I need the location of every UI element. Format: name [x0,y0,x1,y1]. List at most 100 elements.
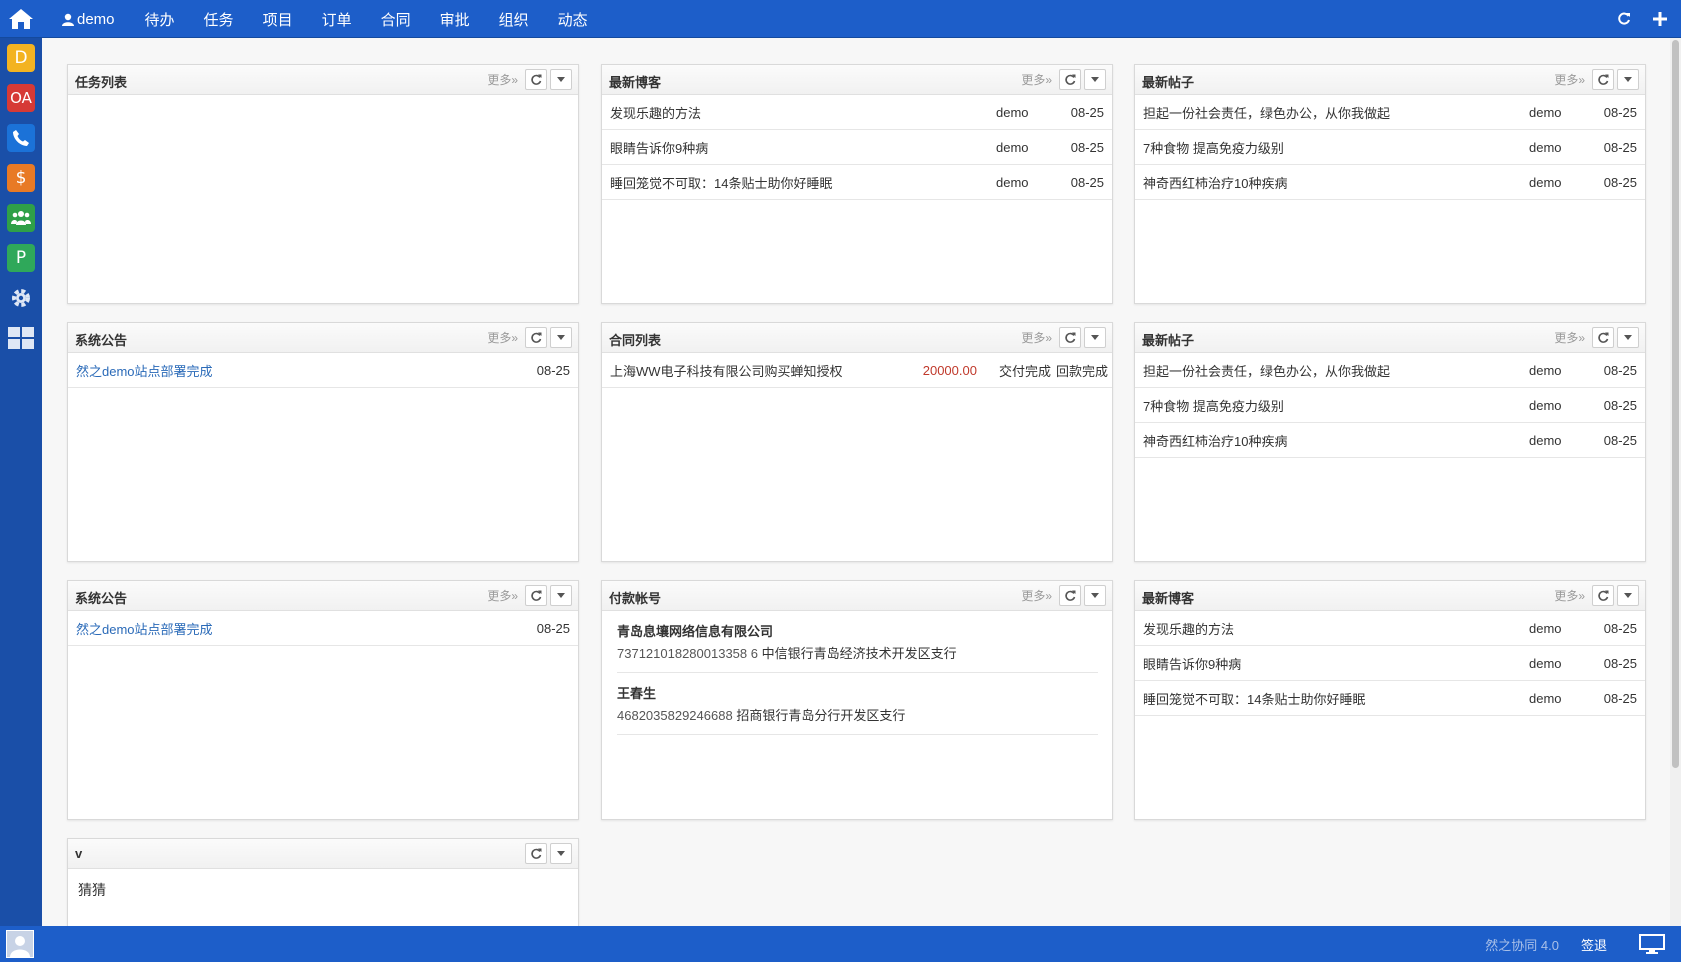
refresh-button[interactable] [525,585,547,606]
contract-row[interactable]: 上海WW电子科技有限公司购买蝉知授权 20000.00 交付完成 回款完成 [602,353,1112,388]
item-title: 7种食物 提高免疫力级别 [1143,398,1284,414]
top-right-tools [1613,0,1671,38]
refresh-page-button[interactable] [1613,8,1635,30]
refresh-icon [1618,12,1630,25]
refresh-button[interactable] [525,843,547,864]
nav-dynamics[interactable]: 动态 [558,9,588,30]
list-item[interactable]: 睡回笼觉不可取：14条贴士助你好睡眠 demo 08-25 [602,165,1112,200]
panel-header: 系统公告 更多» [68,581,578,611]
dropdown-button[interactable] [550,327,572,348]
item-date: 08-25 [1603,104,1637,120]
dropdown-button[interactable] [1084,585,1106,606]
list-item[interactable]: 神奇西红柿治疗10种疾病 demo 08-25 [1135,423,1645,458]
dropdown-button[interactable] [1617,327,1639,348]
panel-title: 合同列表 [609,333,662,348]
refresh-icon [1598,74,1609,85]
page-scrollbar[interactable] [1670,38,1681,926]
nav-contract[interactable]: 合同 [381,9,411,30]
more-link[interactable]: 更多» [1554,71,1585,88]
dropdown-button[interactable] [1617,69,1639,90]
refresh-button[interactable] [1059,585,1081,606]
sidebar-item-team[interactable] [0,198,42,238]
sidebar-item-cash[interactable]: $ [0,158,42,198]
dropdown-button[interactable] [550,843,572,864]
fullscreen-button[interactable] [1639,934,1665,954]
list-item[interactable]: 然之demo站点部署完成 08-25 [68,353,578,388]
item-date: 08-25 [1603,655,1637,671]
more-link[interactable]: 更多» [1554,587,1585,604]
refresh-button[interactable] [1059,69,1081,90]
list-item[interactable]: 神奇西红柿治疗10种疾病 demo 08-25 [1135,165,1645,200]
sidebar-item-project[interactable]: P [0,238,42,278]
list-item[interactable]: 担起一份社会责任，绿色办公，从你我做起 demo 08-25 [1135,95,1645,130]
panel-header: 合同列表 更多» [602,323,1112,353]
list-item[interactable]: 发现乐趣的方法 demo 08-25 [602,95,1112,130]
more-link[interactable]: 更多» [1554,329,1585,346]
sidebar-item-oa[interactable]: OA [0,78,42,118]
refresh-button[interactable] [1592,69,1614,90]
refresh-button[interactable] [1592,327,1614,348]
panel-title: 系统公告 [75,333,128,348]
more-link[interactable]: 更多» [1021,587,1052,604]
panel-latest-blog: 最新博客 更多» 发现乐趣的方法 demo 08-25 眼睛告诉你9种病 demo 08… [601,64,1113,304]
item-author: demo [1529,655,1562,671]
list-item[interactable]: 睡回笼觉不可取：14条贴士助你好睡眠 demo 08-25 [1135,681,1645,716]
sidebar-item-dashboard[interactable] [0,318,42,358]
refresh-button[interactable] [525,327,547,348]
refresh-button[interactable] [1592,585,1614,606]
list-item[interactable]: 担起一份社会责任，绿色办公，从你我做起 demo 08-25 [1135,353,1645,388]
sidebar-item-docs[interactable]: D [0,38,42,78]
more-link[interactable]: 更多» [1021,329,1052,346]
notice-link[interactable]: 然之demo站点部署完成 [76,361,522,380]
refresh-button[interactable] [1059,327,1081,348]
panel-task-list: 任务列表 更多» [67,64,579,304]
item-date: 08-25 [536,620,570,636]
caret-down-icon [557,851,565,856]
dropdown-button[interactable] [1084,327,1106,348]
item-date: 08-25 [1603,362,1637,378]
item-title: 神奇西红柿治疗10种疾病 [1143,433,1288,449]
top-nav: demo 待办 任务 项目 订单 合同 审批 组织 动态 [62,0,617,38]
more-link[interactable]: 更多» [487,587,518,604]
list-item[interactable]: 眼睛告诉你9种病 demo 08-25 [602,130,1112,165]
list-item[interactable]: 然之demo站点部署完成 08-25 [68,611,578,646]
list-item[interactable]: 7种食物 提高免疫力级别 demo 08-25 [1135,130,1645,165]
item-author: demo [1529,690,1562,706]
list-item[interactable]: 7种食物 提高免疫力级别 demo 08-25 [1135,388,1645,423]
home-button[interactable] [0,0,42,38]
panel-title: 最新博客 [1142,591,1195,606]
sidebar-item-settings[interactable] [0,278,42,318]
add-block-button[interactable] [1649,8,1671,30]
more-link[interactable]: 更多» [487,329,518,346]
more-link[interactable]: 更多» [487,71,518,88]
refresh-icon [531,74,542,85]
dropdown-button[interactable] [550,69,572,90]
user-menu[interactable]: demo [62,11,115,28]
avatar[interactable] [6,930,34,958]
account-item[interactable]: 王春生 4682035829246688 招商银行青岛分行开发区支行 [617,673,1098,735]
dropdown-button[interactable] [550,585,572,606]
panel-title: 最新帖子 [1142,75,1195,90]
nav-order[interactable]: 订单 [322,9,352,30]
dropdown-button[interactable] [1084,69,1106,90]
nav-organization[interactable]: 组织 [499,9,529,30]
scrollbar-thumb[interactable] [1672,40,1679,768]
item-title: 发现乐趣的方法 [610,105,702,121]
refresh-icon [531,332,542,343]
nav-task[interactable]: 任务 [204,9,234,30]
nav-approval[interactable]: 审批 [440,9,470,30]
sidebar-item-crm[interactable] [0,118,42,158]
item-author: demo [1529,397,1562,413]
panel-tools: 更多» [1021,327,1106,348]
notice-link[interactable]: 然之demo站点部署完成 [76,619,522,638]
more-link[interactable]: 更多» [1021,71,1052,88]
refresh-button[interactable] [525,69,547,90]
dropdown-button[interactable] [1617,585,1639,606]
logout-link[interactable]: 签退 [1581,935,1607,954]
list-item[interactable]: 眼睛告诉你9种病 demo 08-25 [1135,646,1645,681]
nav-project[interactable]: 项目 [263,9,293,30]
app-version: 然之协同 4.0 [1485,937,1559,953]
account-item[interactable]: 青岛息壤网络信息有限公司 737121018280013358 6 中信银行青岛… [617,611,1098,673]
list-item[interactable]: 发现乐趣的方法 demo 08-25 [1135,611,1645,646]
nav-todo[interactable]: 待办 [145,9,175,30]
